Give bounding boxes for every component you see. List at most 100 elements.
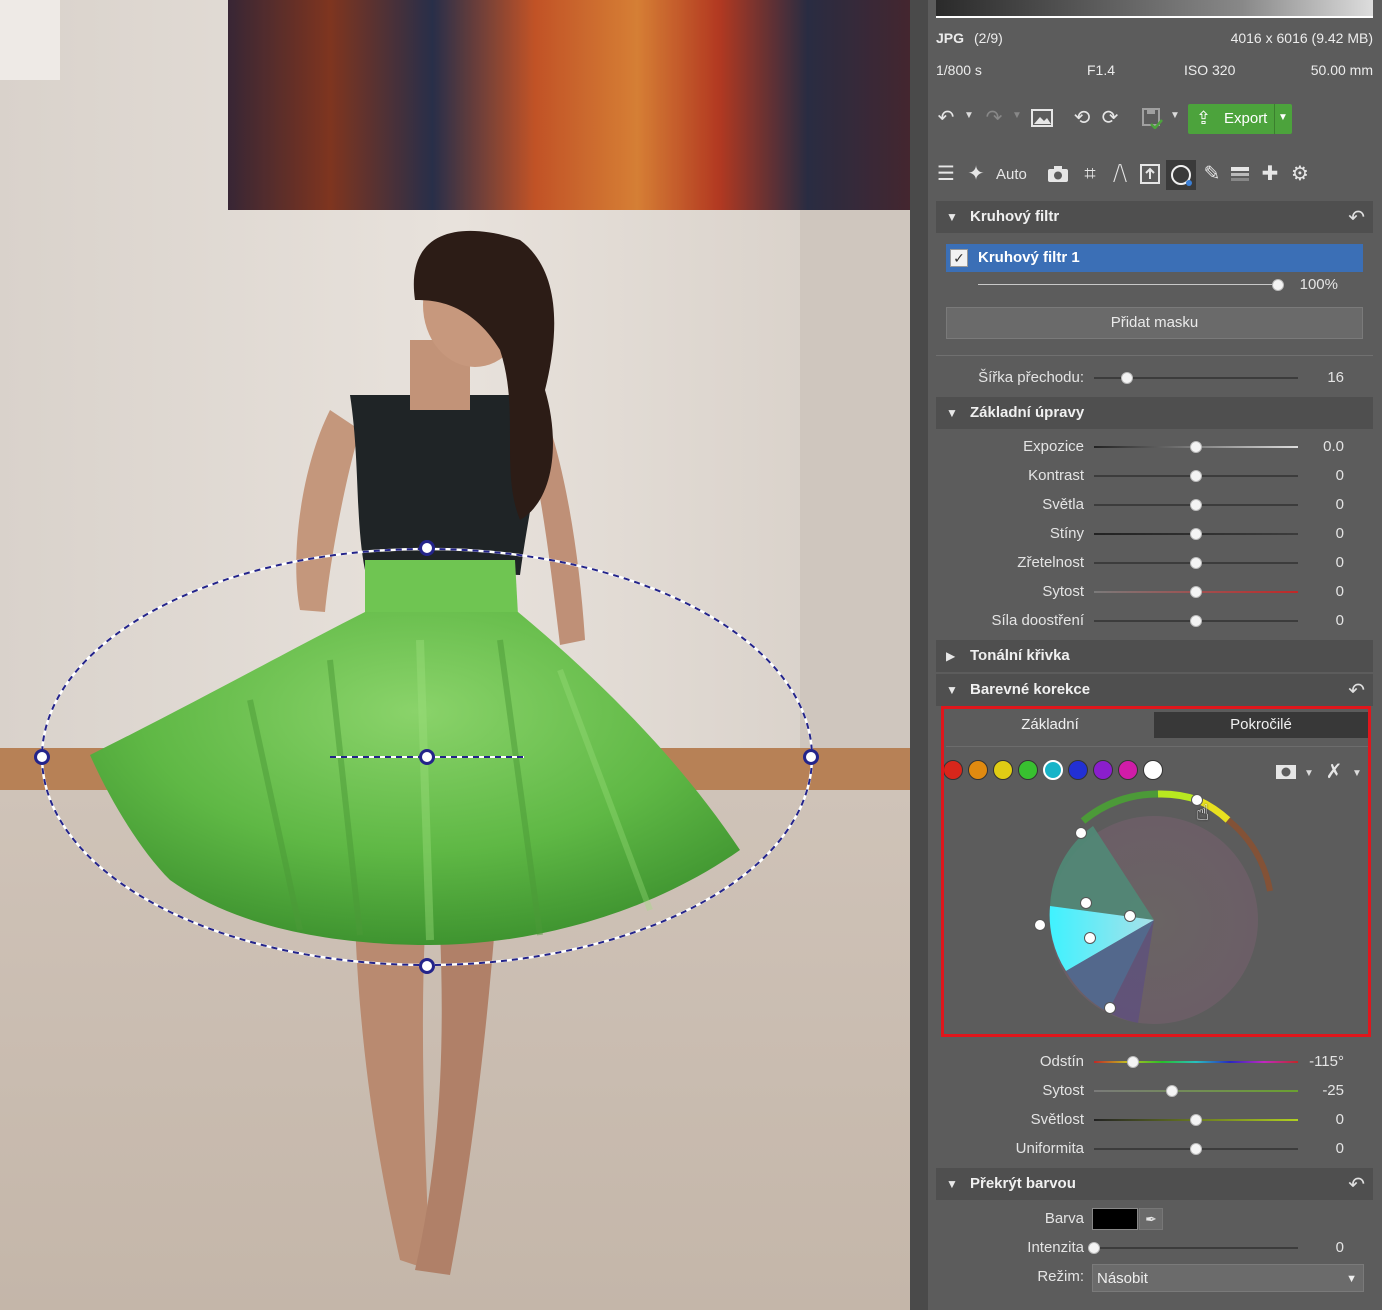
slider-row[interactable]: Sytost 0	[928, 581, 1382, 603]
slider-track[interactable]	[1094, 1090, 1298, 1092]
save-icon[interactable]	[1140, 106, 1164, 130]
slider-label: Zřetelnost	[1017, 554, 1084, 571]
transition-slider[interactable]: Šířka přechodu: 16	[928, 367, 1382, 389]
save-dropdown-icon[interactable]: ▼	[1170, 110, 1180, 121]
iso: ISO 320	[1184, 62, 1236, 78]
slider-label: Uniformita	[1015, 1140, 1084, 1157]
slider-row[interactable]: Síla doostření 0	[928, 610, 1382, 632]
slider-knob[interactable]	[1190, 499, 1202, 511]
slider-knob[interactable]	[1190, 470, 1202, 482]
intensity-track[interactable]	[1094, 1247, 1298, 1249]
slider-row[interactable]: Stíny 0	[928, 523, 1382, 545]
slider-value: 0	[1335, 554, 1344, 571]
slider-row[interactable]: Kontrast 0	[928, 465, 1382, 487]
slider-knob[interactable]	[1190, 528, 1202, 540]
perspective-icon[interactable]: ⧸⧹	[1108, 162, 1132, 186]
transition-label: Šířka přechodu:	[978, 369, 1084, 386]
highlight-box	[941, 706, 1371, 1037]
section-color-overlay[interactable]: ▼ Překrýt barvou ↶	[936, 1168, 1373, 1200]
transition-knob[interactable]	[1120, 372, 1133, 384]
sliders-icon[interactable]: ☰	[934, 162, 958, 186]
reset-icon[interactable]: ↶	[1348, 205, 1365, 230]
slider-knob[interactable]	[1190, 586, 1202, 598]
slider-row[interactable]: Světla 0	[928, 494, 1382, 516]
slider-row[interactable]: Světlost 0	[928, 1109, 1382, 1131]
slider-row[interactable]: Sytost -25	[928, 1080, 1382, 1102]
opacity-knob[interactable]	[1272, 279, 1284, 291]
reset-icon[interactable]: ↶	[1348, 1172, 1365, 1197]
add-mask-button[interactable]: Přidat masku	[946, 307, 1363, 339]
redo-dropdown-icon[interactable]: ▼	[1012, 110, 1022, 121]
auto-label[interactable]: Auto	[996, 166, 1027, 183]
camera-icon[interactable]	[1046, 162, 1070, 186]
filter-handle-bottom[interactable]	[419, 958, 435, 974]
export-dropdown-icon[interactable]: ▼	[1278, 112, 1288, 123]
magic-wand-icon[interactable]: ✦	[964, 162, 988, 186]
image-icon[interactable]	[1030, 106, 1054, 130]
rotate-right-icon[interactable]: ⟳	[1098, 106, 1122, 130]
section-basic-adjustments[interactable]: ▼ Základní úpravy	[936, 397, 1373, 429]
slider-row[interactable]: Expozice 0.0	[928, 436, 1382, 458]
section-tone-curve[interactable]: ▶ Tonální křivka	[936, 640, 1373, 672]
slider-knob[interactable]	[1165, 1085, 1178, 1097]
slider-knob[interactable]	[1126, 1056, 1139, 1068]
filter-handle-top[interactable]	[419, 540, 435, 556]
rotate-left-icon[interactable]: ⟲	[1070, 106, 1094, 130]
tools-toolbar: ☰ ✦ Auto ⌗ ⧸⧹ ✎ ✚ ⚙	[928, 156, 1382, 192]
chevron-down-icon: ▼	[1346, 1273, 1357, 1285]
slider-value: -25	[1322, 1082, 1344, 1099]
slider-label: Sytost	[1042, 1082, 1084, 1099]
slider-knob[interactable]	[1190, 441, 1202, 453]
filter-item[interactable]: ✓ Kruhový filtr 1	[946, 244, 1363, 272]
slider-row[interactable]: Odstín -115°	[928, 1051, 1382, 1073]
opacity-track[interactable]	[978, 284, 1278, 285]
undo-icon[interactable]: ↶	[934, 106, 958, 130]
redo-icon[interactable]: ↷	[982, 106, 1006, 130]
divider	[936, 355, 1373, 356]
section-color-correction[interactable]: ▼ Barevné korekce ↶	[936, 674, 1373, 706]
gear-icon[interactable]: ⚙	[1288, 162, 1312, 186]
file-format: JPG	[936, 30, 965, 46]
intensity-label: Intenzita	[1027, 1239, 1084, 1256]
export-button[interactable]: ⇪ Export ▼	[1188, 104, 1292, 134]
text-frame-icon[interactable]	[1138, 162, 1162, 186]
intensity-slider[interactable]: Intenzita 0	[928, 1237, 1382, 1259]
photo-illustration	[0, 0, 910, 1310]
eyedropper-icon[interactable]: ✒	[1139, 1208, 1163, 1230]
slider-knob[interactable]	[1190, 1114, 1202, 1126]
section-title: Základní úpravy	[970, 404, 1085, 421]
collapse-icon: ▼	[946, 1177, 958, 1191]
transition-value: 16	[1327, 369, 1344, 386]
opacity-slider[interactable]: 100%	[928, 274, 1382, 296]
slider-row[interactable]: Zřetelnost 0	[928, 552, 1382, 574]
filter-checkbox[interactable]: ✓	[950, 249, 968, 267]
mode-select[interactable]: Násobit ▼	[1092, 1264, 1364, 1292]
intensity-knob[interactable]	[1088, 1242, 1100, 1254]
crop-icon[interactable]: ⌗	[1078, 162, 1102, 186]
brush-icon[interactable]: ✎	[1200, 162, 1224, 186]
section-title: Barevné korekce	[970, 681, 1091, 698]
slider-knob[interactable]	[1190, 1143, 1202, 1155]
mode-label: Režim:	[1037, 1268, 1084, 1285]
panel-separator	[910, 0, 928, 1310]
slider-knob[interactable]	[1190, 557, 1202, 569]
file-info-row: JPG (2/9) 4016 x 6016 (9.42 MB)	[936, 30, 1373, 50]
slider-value: 0	[1335, 1140, 1344, 1157]
filter-handle-left[interactable]	[34, 749, 50, 765]
radial-filter-icon[interactable]	[1166, 160, 1196, 190]
healing-icon[interactable]: ✚	[1258, 162, 1282, 186]
slider-value: -115°	[1309, 1053, 1344, 1070]
slider-knob[interactable]	[1190, 615, 1202, 627]
section-radial-filter[interactable]: ▼ Kruhový filtr ↶	[936, 201, 1373, 233]
photo-canvas[interactable]	[0, 0, 910, 1310]
slider-track[interactable]	[1094, 1061, 1298, 1063]
overlay-color-swatch[interactable]	[1092, 1208, 1138, 1230]
slider-label: Odstín	[1039, 1053, 1084, 1070]
undo-dropdown-icon[interactable]: ▼	[964, 110, 974, 121]
slider-value: 0	[1335, 583, 1344, 600]
reset-icon[interactable]: ↶	[1348, 678, 1365, 703]
filter-handle-center[interactable]	[419, 749, 435, 765]
filter-handle-right[interactable]	[803, 749, 819, 765]
gradient-filter-icon[interactable]	[1228, 162, 1252, 186]
slider-row[interactable]: Uniformita 0	[928, 1138, 1382, 1160]
